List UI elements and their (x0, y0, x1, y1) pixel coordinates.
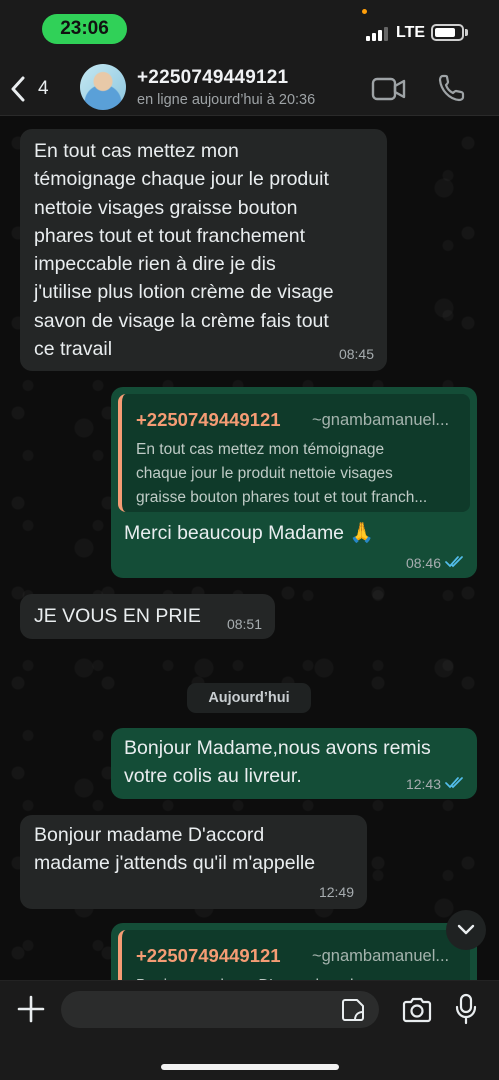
quoted-line: En tout cas mettez mon témoignage (136, 441, 385, 458)
outgoing-message[interactable]: +2250749449121 ~gnambamanuel... En tout … (111, 387, 477, 578)
chat-header: 4 +2250749449121 en ligne aujourd’hui à … (0, 56, 499, 116)
message-line: impeccable rien à dire je dis (34, 253, 276, 276)
message-time: 12:43 (405, 776, 441, 792)
chat-screen: 23:06 LTE 4 +2250749449121 en ligne aujo… (0, 0, 499, 1080)
contact-avatar[interactable] (80, 64, 126, 110)
message-input[interactable] (61, 991, 379, 1028)
double-check-icon (445, 777, 463, 789)
message-line: En tout cas mettez mon (34, 140, 239, 162)
video-call-icon[interactable] (371, 76, 407, 102)
message-time: 12:49 (318, 884, 354, 900)
back-chevron-icon (11, 76, 25, 102)
message-line: ce travail (34, 338, 113, 361)
incoming-message[interactable]: En tout cas mettez mon témoignage chaque… (20, 129, 387, 371)
chevron-down-icon (457, 924, 475, 935)
quoted-reply[interactable]: +2250749449121 ~gnambamanuel... En tout … (118, 394, 470, 512)
message-line: témoignage chaque jour le produit (34, 168, 329, 191)
message-text: JE VOUS EN PRIE (34, 605, 201, 627)
quoted-sender: +2250749449121 (136, 409, 281, 430)
privacy-indicator-dot (362, 9, 367, 14)
home-indicator[interactable] (161, 1064, 339, 1070)
status-time: 23:06 (42, 14, 127, 44)
message-time: 08:51 (226, 616, 262, 632)
outgoing-message[interactable]: Bonjour Madame,nous avons remis votre co… (111, 728, 477, 799)
quoted-handle: ~gnambamanuel... (312, 411, 450, 429)
message-text: Merci beaucoup Madame 🙏 (124, 522, 374, 544)
quoted-line: chaque jour le produit nettoie visages (136, 465, 393, 482)
status-bar: 23:06 LTE (0, 0, 499, 56)
quoted-handle: ~gnambamanuel... (312, 947, 450, 965)
message-line: Bonjour madame D'accord (34, 824, 265, 846)
phone-icon[interactable] (437, 73, 465, 103)
message-line: phares tout et tout franchement (34, 224, 306, 247)
camera-icon[interactable] (401, 996, 433, 1024)
contact-name[interactable]: +2250749449121 (137, 67, 288, 89)
message-line: madame j'attends qu'il m'appelle (34, 852, 316, 875)
message-line: j'utilise plus lotion crème de visage (34, 281, 334, 304)
quoted-sender: +2250749449121 (136, 945, 281, 966)
unread-count: 4 (38, 78, 49, 99)
back-button[interactable]: 4 (10, 74, 55, 104)
sticker-icon[interactable] (341, 998, 365, 1022)
message-line: votre colis au livreur. (124, 765, 302, 788)
scroll-to-bottom-button[interactable] (446, 910, 486, 950)
date-separator: Aujourd’hui (187, 683, 311, 713)
message-time: 08:45 (338, 346, 374, 362)
signal-strength-icon (366, 27, 388, 41)
network-type: LTE (396, 24, 426, 41)
incoming-message[interactable]: JE VOUS EN PRIE 08:51 (20, 594, 275, 639)
message-line: Bonjour Madame,nous avons remis (124, 737, 431, 759)
contact-last-seen: en ligne aujourd’hui à 20:36 (137, 92, 316, 108)
battery-icon (431, 24, 464, 41)
message-time: 08:46 (405, 555, 441, 571)
double-check-icon (445, 556, 463, 568)
incoming-message[interactable]: Bonjour madame D'accord madame j'attends… (20, 815, 367, 909)
microphone-icon[interactable] (455, 993, 477, 1025)
message-line: nettoie visages graisse bouton (34, 196, 298, 219)
plus-icon[interactable] (17, 995, 45, 1023)
message-line: savon de visage la crème fais tout (34, 309, 329, 332)
quoted-line: graisse bouton phares tout et tout franc… (136, 489, 428, 506)
